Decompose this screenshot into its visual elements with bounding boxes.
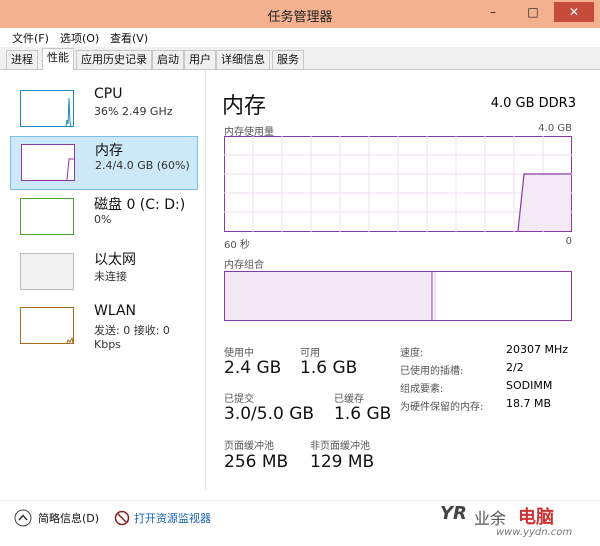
tab-startup[interactable]: 启动 [152,50,184,69]
sidebar-item-subtitle: 2.4/4.0 GB (60%) [95,159,190,172]
detail-slots-label: 已使用的插槽: [400,366,464,377]
cached-value: 1.6 GB [334,404,392,424]
detail-reserved-label: 为硬件保留的内存: [400,402,484,413]
menu-view[interactable]: 查看(V) [110,30,148,46]
resource-monitor-icon [114,510,130,526]
committed-label: 已提交 [224,394,254,405]
open-resource-monitor-link[interactable]: 打开资源监视器 [110,507,250,529]
fewer-details-label: 简略信息(D) [38,512,100,525]
detail-speed-label: 速度: [400,348,424,359]
sidebar-item-cpu[interactable]: CPU 36% 2.49 GHz [10,84,196,136]
watermark-brand: 电脑 [518,507,554,528]
paged-pool-value: 256 MB [224,452,289,472]
performance-sidebar: CPU 36% 2.49 GHz 内存 2.4/4.0 GB (60%) 磁盘 … [0,70,206,490]
detail-reserved-value: 18.7 MB [506,397,552,410]
memory-composition-bar [224,271,572,321]
sidebar-item-title: 磁盘 0 (C: D:) [94,197,186,213]
cached-label: 已缓存 [334,394,364,405]
committed-value: 3.0/5.0 GB [224,404,315,424]
tab-app-history[interactable]: 应用历史记录 [76,50,152,69]
menu-options[interactable]: 选项(O) [60,30,99,46]
footer-bar: 简略信息(D) 打开资源监视器 YR 业余 电脑 www.yydn.com [0,500,600,546]
sidebar-item-disk[interactable]: 磁盘 0 (C: D:) 0% [10,192,196,244]
in-use-value: 2.4 GB [224,358,282,378]
tab-details[interactable]: 详细信息 [216,50,270,69]
close-button[interactable]: ✕ [554,2,594,22]
ethernet-graph-thumbnail [20,253,74,290]
available-value: 1.6 GB [300,358,358,378]
detail-form-factor-value: SODIMM [506,379,553,392]
sidebar-item-subtitle: 36% 2.49 GHz [94,105,173,118]
available-label: 可用 [300,348,320,359]
title-bar: 任务管理器 – □ ✕ [0,0,600,29]
sidebar-item-subtitle: 未连接 [94,270,127,283]
page-title: 内存 [222,94,267,119]
memory-detail-panel: 内存 4.0 GB DDR3 内存使用量 4.0 GB 60 秒 0 内存组合 [206,70,600,490]
sidebar-item-title: CPU [94,86,123,102]
nonpaged-pool-value: 129 MB [310,452,375,472]
tab-users[interactable]: 用户 [184,50,216,69]
tab-services[interactable]: 服务 [272,50,304,69]
sidebar-item-title: 以太网 [94,252,136,268]
tab-processes[interactable]: 进程 [6,50,38,69]
graph-time-end: 0 [565,236,572,247]
detail-slots-value: 2/2 [506,361,524,374]
sidebar-item-title: WLAN [94,303,137,319]
graph-time-start: 60 秒 [224,240,250,251]
tab-bar: 进程 性能 应用历史记录 启动 用户 详细信息 服务 [0,47,600,70]
sidebar-item-subtitle: 发送: 0 接收: 0 Kbps [94,324,170,351]
memory-graph-thumbnail [21,144,75,181]
sidebar-item-wlan[interactable]: WLAN 发送: 0 接收: 0 Kbps [10,301,196,353]
nonpaged-pool-label: 非页面缓冲池 [310,441,370,452]
memory-usage-graph [224,136,572,232]
maximize-button[interactable]: □ [514,2,552,22]
sidebar-item-memory[interactable]: 内存 2.4/4.0 GB (60%) [10,136,198,190]
memory-spec: 4.0 GB DDR3 [490,96,576,111]
menu-bar: 文件(F) 选项(O) 查看(V) [0,28,600,46]
minimize-button[interactable]: – [474,2,512,22]
menu-file[interactable]: 文件(F) [12,30,49,46]
watermark-url: www.yydn.com [496,527,573,538]
disk-graph-thumbnail [20,198,74,235]
detail-speed-value: 20307 MHz [506,343,569,356]
sidebar-item-ethernet[interactable]: 以太网 未连接 [10,247,196,299]
detail-form-factor-label: 组成要素: [400,384,444,395]
composition-label: 内存组合 [224,260,264,271]
wlan-graph-thumbnail [20,307,74,344]
cpu-graph-thumbnail [20,90,74,127]
in-use-label: 使用中 [224,348,254,359]
usage-graph-max: 4.0 GB [538,123,572,134]
watermark-logo: YR 业余 电脑 www.yydn.com [440,503,573,538]
sidebar-item-subtitle: 0% [94,213,112,226]
open-resource-monitor-label: 打开资源监视器 [134,512,211,525]
tab-performance[interactable]: 性能 [42,48,74,70]
sidebar-item-title: 内存 [95,143,123,159]
chevron-up-icon [14,509,32,527]
paged-pool-label: 页面缓冲池 [224,441,274,452]
